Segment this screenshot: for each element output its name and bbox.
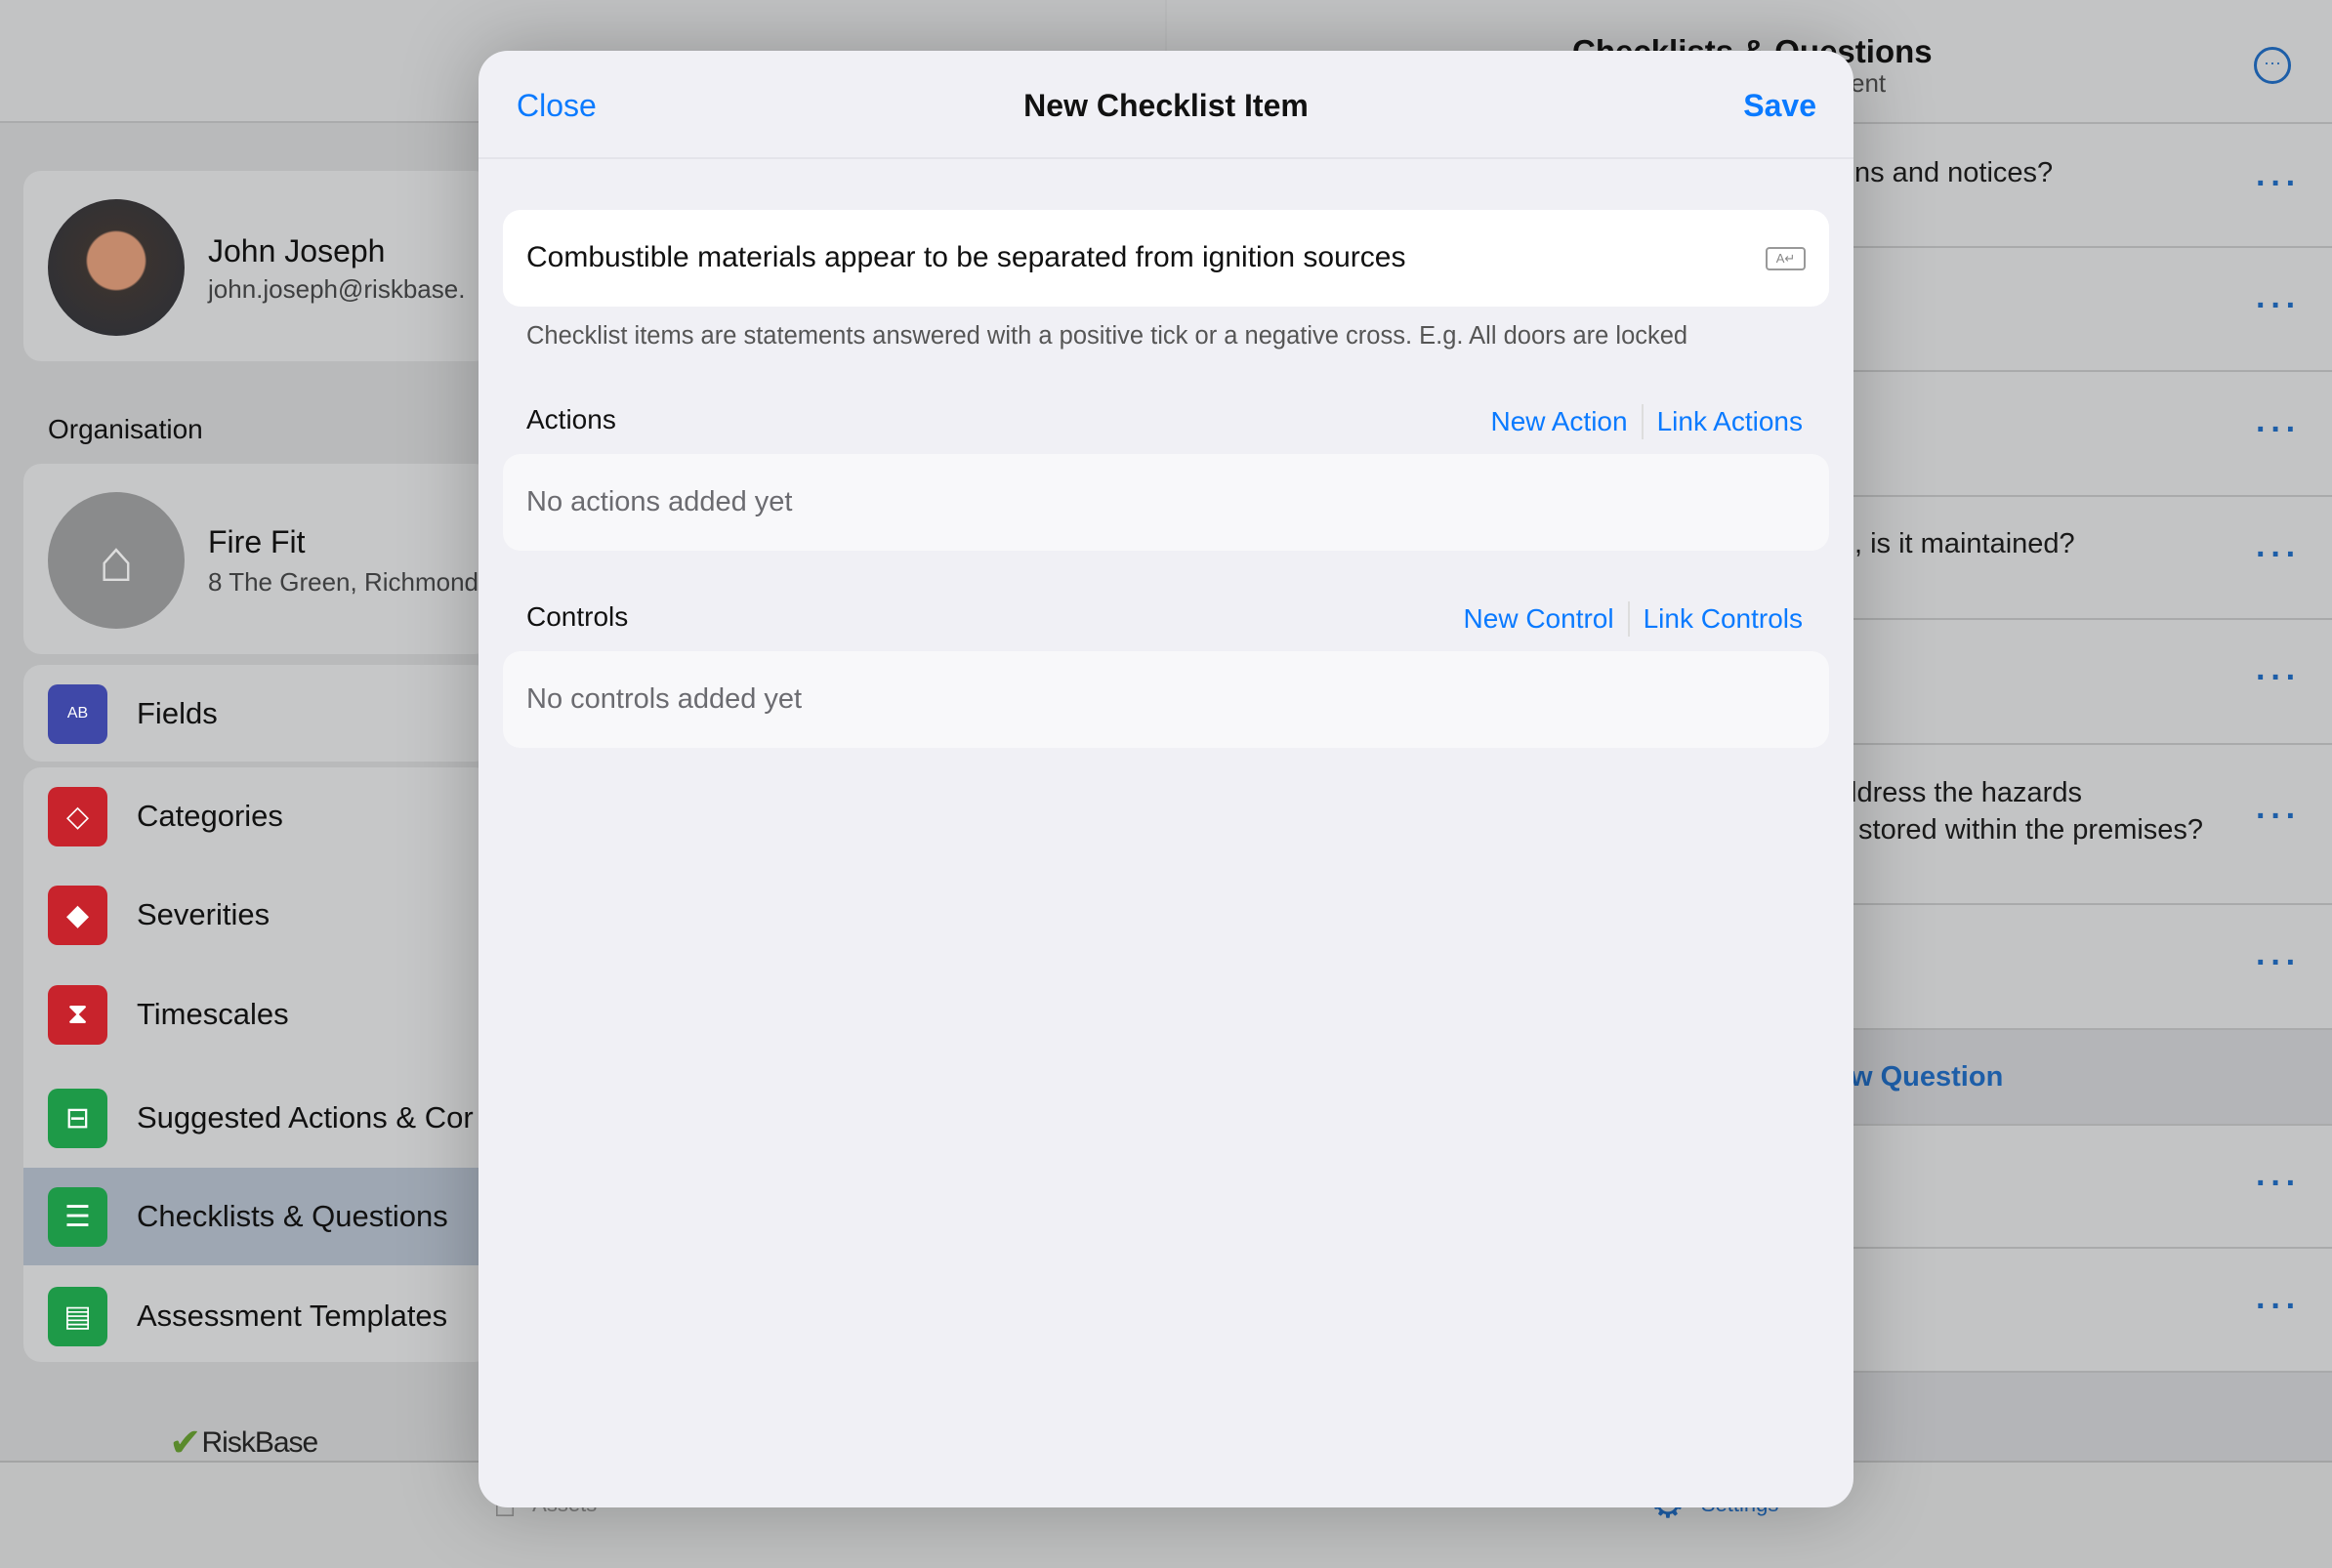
sidebar-item-label: Severities (137, 897, 271, 931)
hourglass-icon: ⧗ (48, 984, 107, 1045)
organisation-address: 8 The Green, Richmond (208, 567, 479, 597)
tag-icon: ◇ (48, 786, 107, 846)
new-control-button[interactable]: New Control (1464, 603, 1614, 635)
template-icon: ▤ (48, 1286, 107, 1346)
riskbase-logo: ✔ RiskBase (169, 1422, 318, 1465)
ellipsis-icon[interactable]: ··· (2256, 165, 2301, 203)
ellipsis-icon[interactable]: ··· (2256, 536, 2301, 574)
checklist-item-text[interactable]: Combustible materials appear to be separ… (526, 241, 1405, 274)
building-icon: ⌂ (48, 492, 185, 629)
new-checklist-item-modal: Close New Checklist Item Save Combustibl… (479, 51, 1853, 1507)
more-options-icon[interactable]: ··· (2254, 47, 2291, 84)
checklist-icon: ☰ (48, 1186, 107, 1247)
actions-empty-text: No actions added yet (526, 486, 793, 517)
sidebar-item-suggested-actions[interactable]: ⊟ Suggested Actions & Cor (23, 1069, 482, 1167)
sidebar-item-label: Assessment Templates (137, 1299, 448, 1333)
link-controls-button[interactable]: Link Controls (1644, 603, 1803, 635)
sidebar-item-categories[interactable]: ◇ Categories (23, 767, 482, 865)
sidebar-item-label: Fields (137, 696, 218, 730)
sidebar-item-fields[interactable]: AB Fields (23, 665, 482, 763)
actions-list: No actions added yet (503, 454, 1829, 551)
sidebar-item-timescales[interactable]: ⧗ Timescales (23, 966, 482, 1063)
sidebar-item-label: Categories (137, 799, 283, 833)
shield-check-icon: ✔ (169, 1422, 202, 1465)
modal-title: New Checklist Item (1023, 88, 1309, 123)
controls-list: No controls added yet (503, 651, 1829, 748)
ab-field-icon: AB (48, 683, 107, 744)
profile-name: John Joseph (208, 233, 386, 268)
sidebar-item-severities[interactable]: ◆ Severities (23, 866, 482, 964)
profile-email: john.joseph@riskbase. (208, 274, 466, 304)
profile-card[interactable]: John Joseph john.joseph@riskbase. (23, 171, 492, 361)
ellipsis-icon[interactable]: ··· (2256, 1288, 2301, 1326)
organisation-heading: Organisation (48, 414, 203, 444)
ellipsis-icon[interactable]: ··· (2256, 287, 2301, 325)
ellipsis-icon[interactable]: ··· (2256, 944, 2301, 982)
save-button[interactable]: Save (1743, 88, 1816, 124)
profile-avatar (48, 199, 185, 336)
ellipsis-icon[interactable]: ··· (2256, 411, 2301, 449)
text-format-icon: A↵ (1766, 247, 1806, 270)
organisation-card[interactable]: ⌂ Fire Fit 8 The Green, Richmond (23, 464, 492, 654)
sidebar-item-label: Checklists & Questions (137, 1199, 448, 1233)
checklist-item-field[interactable]: Combustible materials appear to be separ… (503, 210, 1829, 307)
sidebar-item-label: Timescales (137, 997, 289, 1031)
ellipsis-icon[interactable]: ··· (2256, 1165, 2301, 1203)
organisation-name: Fire Fit (208, 524, 306, 559)
ellipsis-icon[interactable]: ··· (2256, 659, 2301, 697)
actions-heading: Actions (526, 404, 616, 434)
warning-diamond-icon: ◆ (48, 885, 107, 945)
sidebar-item-checklists[interactable]: ☰ Checklists & Questions (23, 1168, 482, 1265)
sidebar-item-assessment-templates[interactable]: ▤ Assessment Templates (23, 1267, 482, 1365)
sidebar-item-label: Suggested Actions & Cor (137, 1100, 474, 1135)
signpost-icon: ⊟ (48, 1088, 107, 1148)
new-action-button[interactable]: New Action (1491, 406, 1628, 437)
controls-heading: Controls (526, 601, 629, 632)
controls-empty-text: No controls added yet (526, 683, 803, 715)
ellipsis-icon[interactable]: ··· (2256, 798, 2301, 836)
link-actions-button[interactable]: Link Actions (1657, 406, 1803, 437)
hint-text: Checklist items are statements answered … (526, 322, 1688, 350)
detail-subtitle: ent (1851, 68, 1887, 98)
modal-header: Close New Checklist Item Save (479, 51, 1853, 159)
